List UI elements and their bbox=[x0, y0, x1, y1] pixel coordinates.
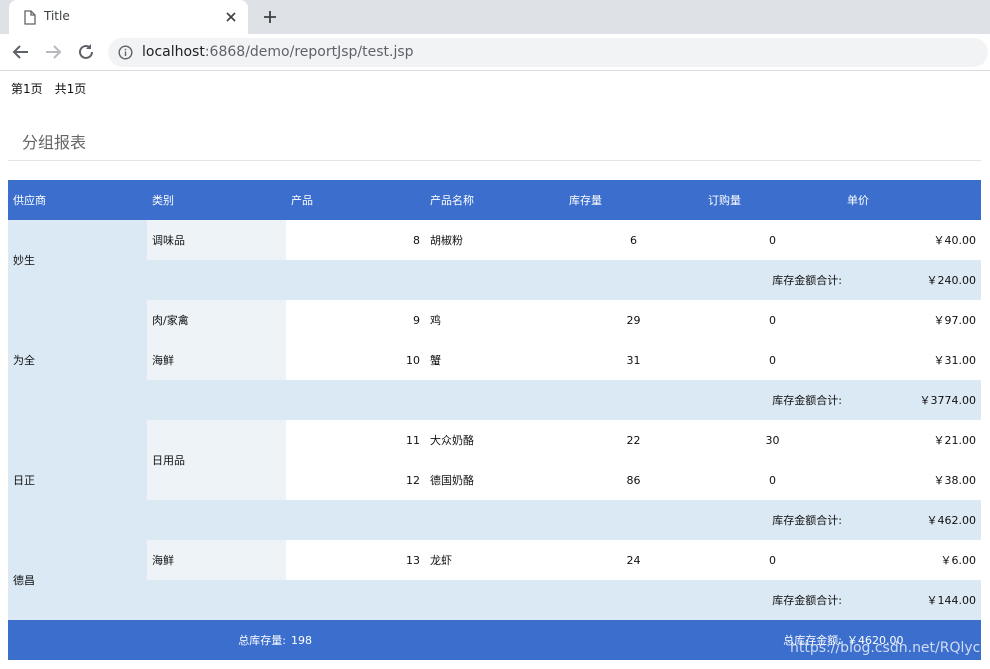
url-text: localhost:6868/demo/reportJsp/test.jsp bbox=[142, 44, 414, 60]
product-id-cell: 12 bbox=[286, 460, 425, 500]
header-cell: 供应商 bbox=[8, 180, 147, 220]
total-pages: 共1页 bbox=[54, 82, 87, 96]
tab-strip: Title bbox=[0, 0, 990, 34]
address-bar[interactable]: localhost:6868/demo/reportJsp/test.jsp bbox=[108, 38, 988, 67]
product-id-cell: 8 bbox=[286, 220, 425, 260]
browser-toolbar: localhost:6868/demo/reportJsp/test.jsp bbox=[0, 34, 990, 71]
order-cell: 30 bbox=[703, 420, 842, 460]
order-cell: 0 bbox=[703, 300, 842, 340]
subtotal-label: 库存金额合计: bbox=[703, 500, 842, 540]
header-cell: 单价 bbox=[842, 180, 981, 220]
order-cell: 0 bbox=[703, 540, 842, 580]
price-cell: ￥31.00 bbox=[842, 340, 981, 380]
product-name-cell: 龙虾 bbox=[425, 540, 564, 580]
price-cell: ￥38.00 bbox=[842, 460, 981, 500]
category-cell: 肉/家禽 bbox=[147, 300, 286, 340]
product-id-cell: 9 bbox=[286, 300, 425, 340]
price-cell: ￥21.00 bbox=[842, 420, 981, 460]
product-name-cell: 蟹 bbox=[425, 340, 564, 380]
browser-tab[interactable]: Title bbox=[9, 0, 248, 34]
document-icon bbox=[24, 10, 36, 25]
supplier-cell: 日正 bbox=[8, 420, 147, 540]
subtotal-row: 库存金额合计: ￥462.00 bbox=[8, 500, 981, 540]
order-cell: 0 bbox=[703, 220, 842, 260]
product-name-cell: 胡椒粉 bbox=[425, 220, 564, 260]
subtotal-value: ￥462.00 bbox=[842, 500, 981, 540]
supplier-cell: 妙生 bbox=[8, 220, 147, 300]
subtotal-value: ￥3774.00 bbox=[842, 380, 981, 420]
header-row: 供应商 类别 产品 产品名称 库存量 订购量 单价 bbox=[8, 180, 981, 220]
stock-cell: 29 bbox=[564, 300, 703, 340]
plus-icon[interactable] bbox=[262, 9, 278, 25]
pager: 第1页 共1页 bbox=[11, 80, 86, 97]
table-row: 妙生 调味品 8 胡椒粉 6 0 ￥40.00 bbox=[8, 220, 981, 300]
subtotal-value: ￥240.00 bbox=[842, 260, 981, 300]
table-row: 德昌 海鲜 13 龙虾 24 0 ￥6.00 bbox=[8, 540, 981, 620]
price-cell: ￥6.00 bbox=[842, 540, 981, 580]
subtotal-row: 库存金额合计: ￥240.00 bbox=[8, 260, 981, 300]
subtotal-label: 库存金额合计: bbox=[703, 260, 842, 300]
price-cell: ￥40.00 bbox=[842, 220, 981, 260]
table-row: 日正 日用品 11 大众奶酪 22 30 ￥21.00 bbox=[8, 420, 981, 540]
subtotal-row: 库存金额合计: ￥144.00 bbox=[8, 580, 981, 620]
product-name-cell: 大众奶酪 bbox=[425, 420, 564, 460]
current-page: 第1页 bbox=[11, 82, 43, 96]
product-name-cell: 德国奶酪 bbox=[425, 460, 564, 500]
total-stock-label: 总库存量: bbox=[8, 620, 286, 660]
header-cell: 产品名称 bbox=[425, 180, 564, 220]
close-icon[interactable] bbox=[223, 9, 239, 25]
order-cell: 0 bbox=[703, 340, 842, 380]
report-title: 分组报表 bbox=[22, 133, 87, 152]
forward-icon[interactable] bbox=[44, 43, 62, 61]
header-cell: 类别 bbox=[147, 180, 286, 220]
subtotal-row: 库存金额合计: ￥3774.00 bbox=[8, 380, 981, 420]
category-cell: 海鲜 bbox=[147, 340, 286, 380]
info-icon[interactable] bbox=[118, 45, 133, 60]
header-cell: 订购量 bbox=[703, 180, 842, 220]
header-cell: 产品 bbox=[286, 180, 425, 220]
order-cell: 0 bbox=[703, 460, 842, 500]
price-cell: ￥97.00 bbox=[842, 300, 981, 340]
product-id-cell: 10 bbox=[286, 340, 425, 380]
supplier-cell: 德昌 bbox=[8, 540, 147, 620]
category-cell: 日用品 bbox=[147, 420, 286, 500]
product-id-cell: 11 bbox=[286, 420, 425, 460]
stock-cell: 86 bbox=[564, 460, 703, 500]
subtotal-label: 库存金额合计: bbox=[703, 380, 842, 420]
back-icon[interactable] bbox=[12, 43, 30, 61]
product-name-cell: 鸡 bbox=[425, 300, 564, 340]
stock-cell: 22 bbox=[564, 420, 703, 460]
supplier-cell: 为全 bbox=[8, 300, 147, 420]
divider bbox=[8, 160, 981, 161]
category-cell: 调味品 bbox=[147, 220, 286, 260]
stock-cell: 24 bbox=[564, 540, 703, 580]
total-stock-value: 198 bbox=[286, 620, 425, 660]
table-row: 为全 肉/家禽 9 鸡 29 0 ￥97.00 bbox=[8, 300, 981, 420]
report-table: 供应商 类别 产品 产品名称 库存量 订购量 单价 妙生 调味品 8 胡椒粉 6… bbox=[8, 180, 981, 660]
tab-title: Title bbox=[44, 9, 70, 23]
reload-icon[interactable] bbox=[77, 43, 95, 61]
subtotal-value: ￥144.00 bbox=[842, 580, 981, 620]
watermark: https://blog.csdn.net/RQlyc bbox=[790, 640, 981, 656]
category-cell: 海鲜 bbox=[147, 540, 286, 580]
subtotal-label: 库存金额合计: bbox=[703, 580, 842, 620]
product-id-cell: 13 bbox=[286, 540, 425, 580]
header-cell: 库存量 bbox=[564, 180, 703, 220]
stock-cell: 31 bbox=[564, 340, 703, 380]
stock-cell: 6 bbox=[564, 220, 703, 260]
table-row: 海鲜 10 蟹 31 0 ￥31.00 bbox=[8, 340, 981, 380]
